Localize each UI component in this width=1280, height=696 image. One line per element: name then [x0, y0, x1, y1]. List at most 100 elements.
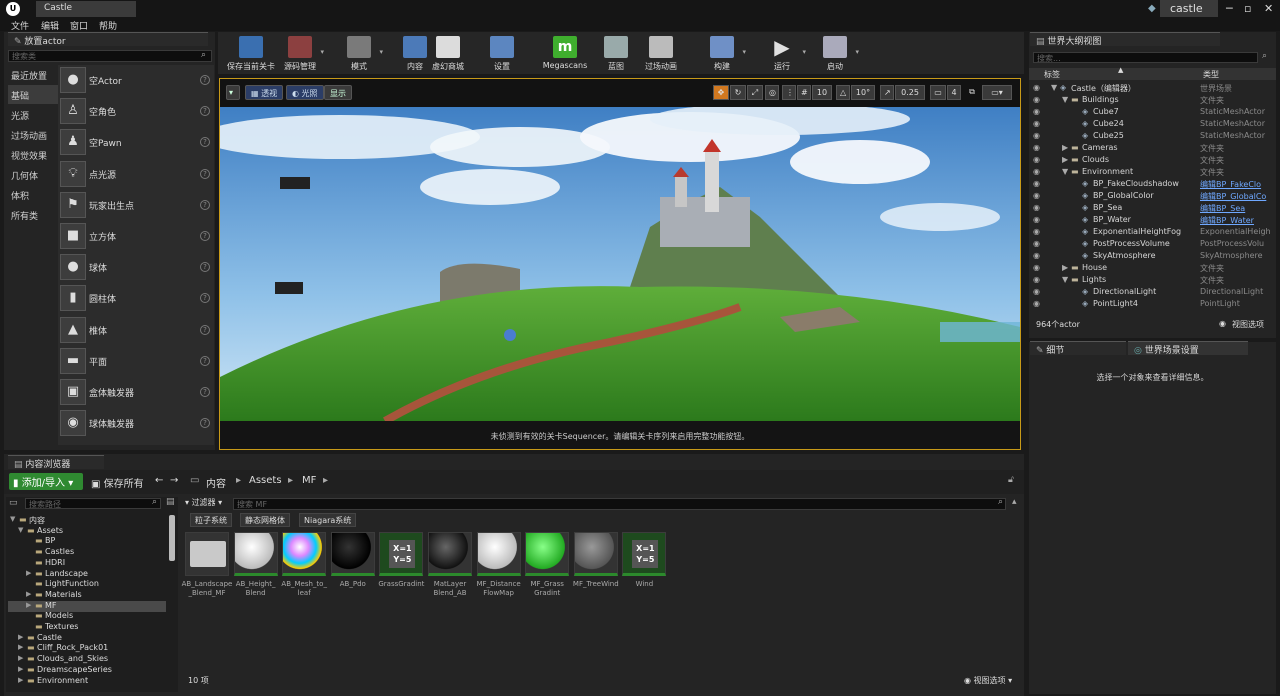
outliner-view-options[interactable]: 视图选项 [1232, 319, 1264, 330]
column-type[interactable]: 类型 [1203, 69, 1219, 80]
outliner-row-type[interactable]: 编辑BP_GlobalCo [1200, 191, 1266, 202]
visibility-eye-icon[interactable]: ◉ [1033, 227, 1040, 236]
asset-tile[interactable] [185, 532, 229, 576]
asset-tile[interactable] [428, 532, 472, 576]
outliner-row[interactable]: ◉ ▼ ◈ Castle（编辑器） 世界场景 [1029, 82, 1276, 94]
place-item[interactable]: ▣ 盒体触发器? [60, 378, 212, 407]
outliner-row[interactable]: ◉ ◈ PostProcessVolume PostProcessVolu [1029, 238, 1276, 250]
tree-row[interactable]: ▶ ▬ Cliff_Rock_Pack01 [8, 643, 166, 654]
place-item[interactable]: 💡︎ 点光源? [60, 160, 212, 189]
help-icon[interactable]: ? [200, 106, 210, 117]
viewport-options-button[interactable]: ▾ [226, 85, 240, 100]
filter-chip-particles[interactable]: 粒子系统 [190, 513, 232, 527]
outliner-row[interactable]: ◉ ◈ Cube24 StaticMeshActor [1029, 118, 1276, 130]
help-icon[interactable]: ? [200, 199, 210, 210]
place-item[interactable]: ● 球体? [60, 253, 212, 282]
add-import-button[interactable]: ▮ 添加/导入 ▾ [9, 473, 83, 490]
asset-tile[interactable]: X=1 Y=5 [622, 532, 667, 576]
outliner-row[interactable]: ◉ ▼ ▬ Buildings 文件夹 [1029, 94, 1276, 106]
outliner-row[interactable]: ◉ ▶ ▬ Cameras 文件夹 [1029, 142, 1276, 154]
visibility-eye-icon[interactable]: ◉ [1033, 263, 1040, 272]
translate-tool-icon[interactable]: ✥ [713, 85, 729, 100]
details-tab[interactable]: ✎ 细节 [1030, 341, 1126, 356]
tree-row[interactable]: ▬ Textures [8, 622, 166, 633]
visibility-eye-icon[interactable]: ◉ [1033, 275, 1040, 284]
outliner-row[interactable]: ◉ ▶ ▬ House 文件夹 [1029, 262, 1276, 274]
asset-tile[interactable] [282, 532, 327, 576]
place-item[interactable]: ♟ 空Pawn? [60, 128, 212, 157]
help-icon[interactable]: ? [200, 418, 210, 429]
scale-snap-icon[interactable]: ↗ [880, 85, 894, 100]
tree-row[interactable]: ▶ ▬ DreamscapeSeries [8, 665, 166, 676]
toolbar-cinematics-button[interactable]: 过场动画 [641, 34, 681, 72]
tree-row[interactable]: ▶ ▬ Materials [8, 590, 166, 601]
path-search-input[interactable]: 搜索路径 [25, 498, 161, 509]
chevron-down-icon[interactable]: ▾ [742, 48, 746, 56]
place-item[interactable]: ▬ 平面? [60, 347, 212, 376]
lock-icon[interactable]: 🔓︎ [1008, 475, 1014, 485]
folder-tree-toggle-icon[interactable]: ▭ [9, 498, 18, 508]
content-view-options[interactable]: ◉ 视图选项 ▾ [964, 675, 1012, 686]
outliner-row[interactable]: ◉ ◈ PointLight4 PointLight [1029, 298, 1276, 310]
rotation-snap-value[interactable]: 10° [851, 85, 875, 100]
chevron-down-icon[interactable]: ▾ [379, 48, 383, 56]
world-settings-tab[interactable]: ◎ 世界场景设置 [1128, 341, 1248, 356]
expand-arrow-icon[interactable]: ▼ [1051, 83, 1057, 92]
category-5[interactable]: 几何体 [8, 165, 58, 184]
help-icon[interactable]: ? [200, 137, 210, 148]
minimize-icon[interactable]: ─ [1226, 2, 1233, 15]
tree-row[interactable]: ▶ ▬ Environment [8, 676, 166, 687]
menu-help[interactable]: 帮助 [99, 19, 117, 32]
visibility-eye-icon[interactable]: ◉ [1033, 215, 1040, 224]
visibility-eye-icon[interactable]: ◉ [1033, 119, 1040, 128]
maximize-viewport-icon[interactable]: ⧉ [966, 85, 978, 100]
viewport-scene-image[interactable] [220, 107, 1020, 421]
expand-arrow-icon[interactable]: ▶ [26, 601, 31, 609]
toolbar-modes-button[interactable]: 模式 ▾ [339, 34, 383, 72]
place-item[interactable]: ▲ 椎体? [60, 316, 212, 345]
expand-arrow-icon[interactable]: ▼ [10, 515, 15, 523]
expand-arrow-icon[interactable]: ▼ [1062, 275, 1068, 284]
toolbar-launch-button[interactable]: 启动 ▾ [815, 34, 859, 72]
toolbar-megascans-button[interactable]: m Megascans [540, 34, 590, 72]
toolbar-marketplace-button[interactable]: 虚幻商城 [428, 34, 468, 72]
outliner-row[interactable]: ◉ ◈ BP_Sea 编辑BP_Sea [1029, 202, 1276, 214]
outliner-search-input[interactable]: 搜索... [1033, 52, 1258, 63]
place-actors-tab[interactable]: ✎ 放置actor [8, 32, 208, 47]
outliner-row[interactable]: ◉ ◈ BP_Water 编辑BP_Water [1029, 214, 1276, 226]
lit-button[interactable]: ◐ 光照 [286, 85, 324, 100]
filter-chip-static-mesh[interactable]: 静态网格体 [240, 513, 290, 527]
visibility-eye-icon[interactable]: ◉ [1033, 107, 1040, 116]
expand-arrow-icon[interactable]: ▶ [26, 569, 31, 577]
outliner-row[interactable]: ◉ ▶ ▬ Clouds 文件夹 [1029, 154, 1276, 166]
tree-row[interactable]: ▶ ▬ Castle [8, 633, 166, 644]
filter-chip-niagara[interactable]: Niagara系统 [299, 513, 357, 527]
asset-tile[interactable] [525, 532, 570, 576]
category-0[interactable]: 最近放置 [8, 65, 58, 84]
place-item[interactable]: ♙ 空角色? [60, 97, 212, 126]
outliner-row[interactable]: ◉ ◈ Cube7 StaticMeshActor [1029, 106, 1276, 118]
visibility-eye-icon[interactable]: ◉ [1033, 83, 1040, 92]
visibility-eye-icon[interactable]: ◉ [1033, 299, 1040, 308]
chevron-down-icon[interactable]: ▾ [320, 48, 324, 56]
tree-row[interactable]: ▶ ▬ MF [8, 600, 166, 612]
visibility-eye-icon[interactable]: ◉ [1033, 287, 1040, 296]
tree-row[interactable]: ▶ ▬ Clouds_and_Skies [8, 654, 166, 665]
scale-snap-value[interactable]: 0.25 [895, 85, 925, 100]
menu-file[interactable]: 文件 [11, 19, 29, 32]
toolbar-source-control-button[interactable]: 源码管理 ▾ [280, 34, 324, 72]
help-icon[interactable]: ? [200, 262, 210, 273]
place-item[interactable]: ⚑ 玩家出生点? [60, 191, 212, 220]
expand-arrow-icon[interactable]: ▼ [18, 526, 23, 534]
column-label[interactable]: 标签 [1044, 69, 1060, 80]
visibility-eye-icon[interactable]: ◉ [1033, 155, 1040, 164]
asset-tile[interactable] [330, 532, 375, 576]
expand-arrow-icon[interactable]: ▼ [1062, 167, 1068, 176]
toolbar-play-button[interactable]: ▶ 运行 ▾ [762, 34, 806, 72]
outliner-row[interactable]: ◉ ◈ BP_GlobalColor 编辑BP_GlobalCo [1029, 190, 1276, 202]
level-tab[interactable]: Castle [36, 1, 136, 17]
visibility-eye-icon[interactable]: ◉ [1033, 167, 1040, 176]
visibility-eye-icon[interactable]: ◉ [1033, 203, 1040, 212]
layout-icon[interactable]: ▭▾ [982, 85, 1012, 100]
surface-snap-icon[interactable]: ⋮ [782, 85, 796, 100]
